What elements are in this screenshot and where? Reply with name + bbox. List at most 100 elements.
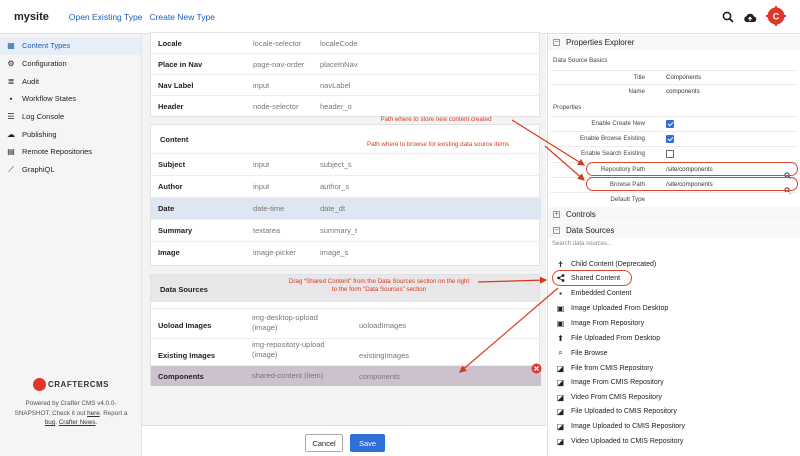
datasource-item[interactable]: ▪ Embedded Content: [556, 286, 631, 301]
property-value[interactable]: components: [666, 88, 700, 95]
field-id: existingImages: [359, 351, 410, 360]
collapse-icon[interactable]: −: [553, 227, 560, 234]
sidebar-item-workflow-states[interactable]: ⬩ Workflow States: [0, 90, 141, 108]
property-row[interactable]: Name components: [550, 84, 798, 98]
cloud-upload-icon[interactable]: [743, 10, 757, 28]
form-field-row[interactable]: Locale locale-selector localeCode: [151, 32, 541, 54]
datasource-item[interactable]: ◪ Video From CMIS Repository: [556, 390, 662, 405]
create-new-type-link[interactable]: Create New Type: [149, 12, 215, 22]
open-existing-type-link[interactable]: Open Existing Type: [69, 12, 143, 22]
cmis-icon: ◪: [556, 377, 565, 387]
property-row[interactable]: Title Components: [550, 70, 798, 84]
cancel-button[interactable]: Cancel: [305, 434, 343, 452]
sidebar-item-graphiql[interactable]: ⟋ GraphiQL: [0, 161, 141, 179]
data-source-row-selected[interactable]: Components shared-content (item) compone…: [151, 365, 541, 386]
property-row[interactable]: Enable Browse Existing: [550, 131, 798, 145]
datasource-item[interactable]: ◪ Image From CMIS Repository: [556, 375, 664, 390]
sidebar-item-label: Publishing: [22, 129, 57, 139]
form-field-row[interactable]: Date date-time date_dt: [151, 197, 541, 219]
upload-icon: ⬆: [557, 333, 564, 343]
properties-title: Properties: [553, 104, 582, 111]
field-id: navLabel: [320, 81, 351, 90]
bug-link[interactable]: bug: [45, 419, 56, 426]
annotation-browse-path: Path where to browse for existing data s…: [366, 141, 510, 148]
form-field-row[interactable]: Image image-picker image_s: [151, 241, 541, 263]
field-type: node-selector: [253, 102, 299, 111]
annotation-line-2: to the form “Data Sources” section: [331, 286, 427, 293]
embedded-icon: ▪: [559, 288, 562, 298]
sidebar-item-remote-repositories[interactable]: ▤ Remote Repositories: [0, 143, 141, 161]
property-row[interactable]: Enable Search Existing: [550, 146, 798, 160]
form-field-row[interactable]: Subject input subject_s: [151, 153, 541, 175]
field-type-kind: (image): [252, 323, 278, 332]
datasource-label: Image Uploaded to CMIS Repository: [571, 422, 685, 430]
datasource-item[interactable]: ⬆ File Uploaded From Desktop: [556, 331, 660, 346]
sidebar-item-log-console[interactable]: ☰ Log Console: [0, 108, 141, 126]
expand-icon[interactable]: +: [553, 211, 560, 218]
form-field-row[interactable]: Summary textarea summary_t: [151, 219, 541, 241]
property-row[interactable]: Default Type: [550, 192, 798, 206]
datasource-item[interactable]: ◪ File Uploaded to CMIS Repository: [556, 404, 677, 419]
site-name[interactable]: mysite: [14, 11, 49, 23]
crafter-news-link[interactable]: Crafter News: [59, 419, 96, 426]
field-id: subject_s: [320, 160, 352, 169]
datasource-item[interactable]: ▣ Image Uploaded From Desktop: [556, 301, 669, 316]
sidebar-item-configuration[interactable]: ⚙ Configuration: [0, 55, 141, 73]
search-icon[interactable]: [722, 10, 734, 28]
datasource-item[interactable]: ◪ File from CMIS Repository: [556, 361, 653, 376]
field-type: img-repository-upload (image): [252, 340, 325, 360]
datasource-item[interactable]: ◪ Image Uploaded to CMIS Repository: [556, 419, 685, 434]
footer-line-1: Powered by Crafter CMS v4.0.0-: [25, 400, 117, 407]
footer-end: .: [95, 419, 98, 426]
collapse-icon[interactable]: −: [553, 39, 560, 46]
field-id: localeCode: [320, 38, 358, 48]
field-label: Header: [158, 102, 184, 111]
sidebar-item-content-types[interactable]: ▦ Content Types: [0, 37, 141, 55]
property-label: Enable Search Existing: [581, 150, 645, 157]
enable-browse-existing-checkbox[interactable]: [666, 135, 674, 143]
datasource-item[interactable]: ⌕ File Browse: [556, 346, 608, 361]
delete-icon[interactable]: [531, 361, 542, 379]
save-button[interactable]: Save: [350, 434, 385, 452]
crafter-logo-icon[interactable]: C: [766, 6, 786, 31]
form-field-row[interactable]: Author input author_s: [151, 175, 541, 197]
enable-create-new-checkbox[interactable]: [666, 120, 674, 128]
properties-panel: − Properties Explorer Data Source Basics…: [547, 34, 800, 456]
section-page-properties[interactable]: Locale locale-selector localeCode Place …: [150, 32, 541, 117]
data-source-row[interactable]: Existing Images img-repository-upload (im…: [151, 338, 541, 365]
section-title: Controls: [566, 210, 596, 219]
properties-explorer-header[interactable]: − Properties Explorer: [548, 35, 800, 50]
field-label: Uoload Images: [158, 321, 212, 330]
datasource-item[interactable]: ◪ Video Uploaded to CMIS Repository: [556, 434, 684, 449]
sidebar-item-audit[interactable]: ≣ Audit: [0, 72, 141, 90]
property-value[interactable]: Components: [666, 74, 701, 81]
browse-path-highlight: [586, 177, 798, 191]
form-field-row[interactable]: Nav Label input navLabel: [151, 74, 541, 96]
datasource-item[interactable]: ▣ Image From Repository: [556, 316, 644, 331]
data-sources-search[interactable]: Search data sources...: [552, 241, 612, 247]
form-field-row[interactable]: Place in Nav page-nav-order placeInNav: [151, 53, 541, 75]
field-type: locale-selector: [253, 38, 302, 48]
form-footer: Cancel Save: [142, 425, 546, 456]
here-link[interactable]: here: [87, 410, 100, 417]
datasource-label: Video Uploaded to CMIS Repository: [571, 437, 684, 445]
svg-text:C: C: [773, 11, 780, 21]
data-source-row[interactable]: Uoload Images img-desktop-upload (image) …: [151, 308, 541, 338]
workflow-icon: ⬩: [9, 93, 13, 103]
field-label: Summary: [158, 226, 193, 235]
field-type: textarea: [253, 226, 281, 235]
annotation-line-1: Drag “Shared Content” from the Data Sour…: [288, 278, 470, 285]
grid-icon: ▦: [7, 41, 15, 51]
controls-header[interactable]: + Controls: [548, 207, 800, 222]
sidebar-item-publishing[interactable]: ☁ Publishing: [0, 125, 141, 143]
field-id: components: [359, 371, 400, 381]
cmis-icon: ◪: [556, 406, 565, 416]
data-sources-header[interactable]: − Data Sources: [548, 223, 800, 238]
form-field-row[interactable]: Header node-selector header_o: [151, 95, 541, 117]
enable-search-existing-checkbox[interactable]: [666, 150, 674, 158]
property-row[interactable]: Enable Create New: [550, 116, 798, 130]
datasource-label: File Browse: [571, 349, 608, 357]
cloud-icon: ☁: [7, 129, 15, 139]
crafter-logo-icon: [33, 378, 46, 391]
property-label: Enable Create New: [591, 120, 645, 127]
